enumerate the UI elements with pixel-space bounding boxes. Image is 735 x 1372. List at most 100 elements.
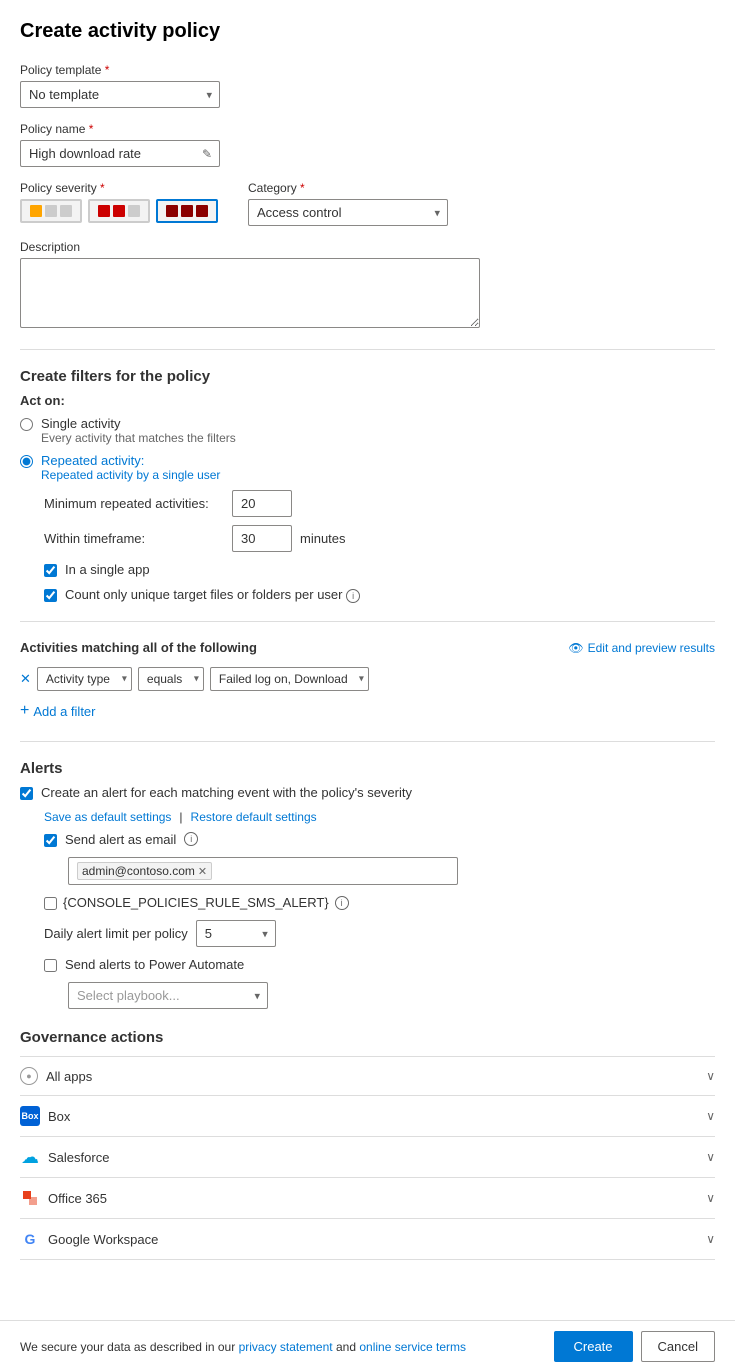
plus-icon: + — [20, 703, 29, 719]
gov-all-apps[interactable]: ● All apps ∨ — [20, 1056, 715, 1095]
count-unique-label: Count only unique target files or folder… — [65, 587, 343, 602]
single-activity-option[interactable]: Single activity Every activity that matc… — [20, 416, 715, 445]
sms-info-icon[interactable]: i — [335, 896, 349, 910]
single-activity-radio[interactable] — [20, 418, 33, 431]
gov-box[interactable]: Box Box ∨ — [20, 1095, 715, 1136]
send-email-checkbox[interactable] — [44, 834, 57, 847]
timeframe-input[interactable] — [232, 525, 292, 552]
min-repeated-input[interactable] — [232, 490, 292, 517]
single-app-label: In a single app — [65, 562, 150, 577]
act-on-label: Act on: — [20, 393, 715, 408]
category-select[interactable]: Access control — [248, 199, 448, 226]
description-textarea[interactable] — [20, 258, 480, 328]
daily-limit-select[interactable]: 5 10 20 50 No limit — [196, 920, 276, 947]
playbook-select[interactable]: Select playbook... — [68, 982, 268, 1009]
filter-activity-type-select[interactable]: Activity type — [37, 667, 132, 691]
gov-office365-label: Office 365 — [48, 1191, 107, 1206]
single-activity-sublabel: Every activity that matches the filters — [41, 431, 236, 445]
within-timeframe-label: Within timeframe: — [44, 531, 224, 546]
save-default-btn[interactable]: Save as default settings — [44, 810, 171, 824]
create-alert-checkbox[interactable] — [20, 787, 33, 800]
sms-checkbox[interactable] — [44, 897, 57, 910]
severity-dot-low-2 — [45, 205, 57, 217]
gov-salesforce[interactable]: ☁ Salesforce ∨ — [20, 1136, 715, 1177]
activities-matching-title: Activities matching all of the following — [20, 640, 257, 655]
policy-template-select[interactable]: No template — [20, 81, 220, 108]
email-tag: admin@contoso.com ✕ — [77, 862, 212, 880]
power-automate-checkbox-row[interactable]: Send alerts to Power Automate — [44, 957, 715, 972]
footer-actions: Create Cancel — [554, 1331, 716, 1362]
salesforce-chevron: ∨ — [706, 1150, 715, 1164]
all-apps-icon: ● — [20, 1067, 38, 1085]
divider-2 — [20, 621, 715, 622]
email-tag-remove[interactable]: ✕ — [198, 865, 207, 878]
restore-default-btn[interactable]: Restore default settings — [191, 810, 317, 824]
footer: We secure your data as described in our … — [0, 1320, 735, 1372]
filter-value-select[interactable]: Failed log on, Download — [210, 667, 369, 691]
repeated-activity-option[interactable]: Repeated activity: Repeated activity by … — [20, 453, 715, 482]
severity-dot-low-3 — [60, 205, 72, 217]
gov-office365[interactable]: Office 365 ∨ — [20, 1177, 715, 1218]
filter-operator-select[interactable]: equals — [138, 667, 204, 691]
send-email-checkbox-row[interactable]: Send alert as email i — [44, 832, 715, 847]
cancel-button[interactable]: Cancel — [641, 1331, 715, 1362]
description-label: Description — [20, 240, 715, 254]
count-unique-checkbox[interactable] — [44, 589, 57, 602]
create-button[interactable]: Create — [554, 1331, 633, 1362]
severity-dot-high-2 — [181, 205, 193, 217]
divider-1 — [20, 349, 715, 350]
box-icon: Box — [20, 1106, 40, 1126]
timeframe-unit: minutes — [300, 531, 346, 546]
alerts-title: Alerts — [20, 760, 715, 777]
google-icon: G — [20, 1229, 40, 1249]
privacy-link[interactable]: privacy statement — [239, 1340, 333, 1354]
policy-template-label: Policy template — [20, 63, 715, 77]
repeated-activity-radio[interactable] — [20, 455, 33, 468]
office365-chevron: ∨ — [706, 1191, 715, 1205]
gov-google[interactable]: G Google Workspace ∨ — [20, 1218, 715, 1260]
create-alert-label: Create an alert for each matching event … — [41, 785, 412, 800]
filters-section-title: Create filters for the policy — [20, 368, 715, 385]
email-input-area: admin@contoso.com ✕ — [68, 857, 458, 885]
divider-3 — [20, 741, 715, 742]
power-automate-checkbox[interactable] — [44, 959, 57, 972]
box-chevron: ∨ — [706, 1109, 715, 1123]
sms-label: {CONSOLE_POLICIES_RULE_SMS_ALERT} — [63, 895, 329, 910]
single-activity-label: Single activity — [41, 416, 236, 431]
severity-low-btn[interactable] — [20, 199, 82, 223]
severity-dot-low-1 — [30, 205, 42, 217]
edit-icon: ✎ — [202, 147, 212, 161]
category-label: Category — [248, 181, 448, 195]
gov-google-label: Google Workspace — [48, 1232, 158, 1247]
power-automate-label: Send alerts to Power Automate — [65, 957, 244, 972]
filter-row: ✕ Activity type equals Failed log on, Do… — [20, 667, 715, 691]
add-filter-btn[interactable]: + Add a filter — [20, 699, 96, 723]
terms-link[interactable]: online service terms — [359, 1340, 466, 1354]
salesforce-icon: ☁ — [20, 1147, 40, 1167]
severity-dot-med-1 — [98, 205, 110, 217]
create-alert-checkbox-row[interactable]: Create an alert for each matching event … — [20, 785, 715, 800]
severity-high-btn[interactable] — [156, 199, 218, 223]
governance-title: Governance actions — [20, 1029, 715, 1046]
gov-all-apps-label: All apps — [46, 1069, 92, 1084]
gov-box-label: Box — [48, 1109, 70, 1124]
severity-dot-med-3 — [128, 205, 140, 217]
min-repeated-label: Minimum repeated activities: — [44, 496, 224, 511]
eye-icon: 👁 — [568, 641, 583, 655]
severity-dot-high-1 — [166, 205, 178, 217]
policy-name-input[interactable] — [20, 140, 220, 167]
single-app-checkbox-row[interactable]: In a single app — [44, 562, 715, 577]
filter-remove-btn[interactable]: ✕ — [20, 671, 31, 687]
severity-medium-btn[interactable] — [88, 199, 150, 223]
edit-preview-btn[interactable]: 👁 Edit and preview results — [568, 641, 715, 655]
daily-limit-label: Daily alert limit per policy — [44, 926, 188, 941]
email-info-icon[interactable]: i — [184, 832, 198, 846]
single-app-checkbox[interactable] — [44, 564, 57, 577]
severity-dot-med-2 — [113, 205, 125, 217]
google-chevron: ∨ — [706, 1232, 715, 1246]
office365-icon — [20, 1188, 40, 1208]
count-unique-checkbox-row[interactable]: Count only unique target files or folder… — [44, 587, 715, 603]
sms-checkbox-row[interactable]: {CONSOLE_POLICIES_RULE_SMS_ALERT} i — [44, 895, 715, 910]
count-unique-info-icon[interactable]: i — [346, 589, 360, 603]
send-email-label: Send alert as email — [65, 832, 176, 847]
